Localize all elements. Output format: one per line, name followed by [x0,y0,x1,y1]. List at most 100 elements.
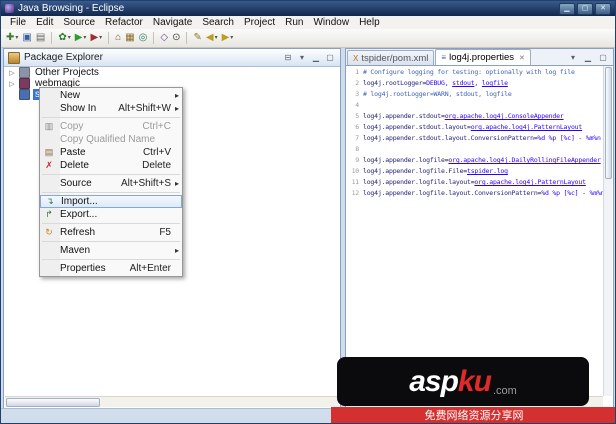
back-icon[interactable]: ◀ ▾ [205,31,219,45]
line-number: 9 [355,156,359,164]
context-menu-item-new[interactable]: New ▸ [40,89,182,102]
menu-file[interactable]: File [5,17,31,28]
last-edit-icon[interactable]: ✎ [192,31,202,45]
line-number: 10 [351,167,360,175]
menu-search[interactable]: Search [197,17,239,28]
new-wizard-icon[interactable]: ✚ ▾ [5,31,19,45]
expand-arrow-icon[interactable]: ▷ [8,69,16,77]
menu-window[interactable]: Window [308,17,354,28]
submenu-arrow-icon: ▸ [174,104,179,113]
menu-refactor[interactable]: Refactor [100,17,148,28]
expand-arrow-icon[interactable]: ▷ [8,80,16,88]
context-menu-item-properties[interactable]: Properties Alt+Enter [40,262,182,275]
toolbar-separator [186,32,188,44]
line-number: 1 [355,68,359,76]
maximize-icon[interactable]: ▢ [597,53,609,62]
package-explorer-hscrollbar[interactable] [5,396,339,407]
print-icon[interactable]: ▤ [35,31,46,45]
code-line: 9 log4j.appender.logfile=org.apache.log4j… [347,155,603,166]
toolbar-separator [51,32,53,44]
dropdown-arrow-icon[interactable]: ▾ [215,31,218,45]
properties-file-icon: ≡ [441,53,447,62]
forward-icon[interactable]: ▶ ▾ [221,31,235,45]
hscroll-thumb[interactable] [6,398,100,407]
code-line: 11 log4j.appender.logfile.layout=org.apac… [347,177,603,188]
context-menu-item-delete[interactable]: ✗ Delete Delete [40,159,182,172]
debug-icon[interactable]: ✿ ▾ [57,31,71,45]
minimize-button[interactable]: ▁ [559,2,575,15]
menu-separator [42,117,180,118]
menu-help[interactable]: Help [354,17,385,28]
menu-bar: File Edit Source Refactor Navigate Search Proj… [1,16,615,30]
context-menu-item-refresh[interactable]: ↻ Refresh F5 [40,226,182,239]
package-explorer-header: Package Explorer ⊟ ▾ ▁ ▢ [4,49,340,67]
eclipse-window: Java Browsing - Eclipse ▁ ▢ ✕ File Edit So… [0,0,616,424]
collapse-all-icon[interactable]: ⊟ [282,53,294,62]
maximize-icon[interactable]: ▢ [324,53,336,62]
maximize-button[interactable]: ▢ [577,2,593,15]
context-menu-item-copy: ▥ Copy Ctrl+C [40,120,182,133]
code-line: 10 log4j.appender.logfile.File=tspider.lo… [347,166,603,177]
context-menu-item-export[interactable]: ↱ Export... [40,208,182,221]
tab-list-icon[interactable]: ▾ [567,53,579,62]
dropdown-arrow-icon[interactable]: ▾ [83,31,86,45]
editor-tab-log4j-properties[interactable]: ≡ log4j.properties ✕ [435,49,531,65]
menu-separator [42,174,180,175]
open-type-icon[interactable]: ◇ [159,31,169,45]
code-line: 4 [347,100,603,111]
paste-icon: ▤ [44,147,54,157]
code-line: 6 log4j.appender.stdout.layout=org.apache… [347,122,603,133]
dropdown-arrow-icon[interactable]: ▾ [99,31,102,45]
minimize-icon[interactable]: ▁ [310,53,322,62]
code-editor[interactable]: 1 # Configure logging for testing: option… [347,66,603,396]
context-menu-item-maven[interactable]: Maven ▸ [40,244,182,257]
dropdown-arrow-icon[interactable]: ▾ [15,31,18,45]
copy-icon: ▥ [44,121,54,131]
tree-item-other-projects[interactable]: ▷ Other Projects [5,67,339,78]
minimize-icon[interactable]: ▁ [582,53,594,62]
menu-run[interactable]: Run [280,17,308,28]
context-menu-item-paste[interactable]: ▤ Paste Ctrl+V [40,146,182,159]
run-icon[interactable]: ▶ ▾ [74,31,88,45]
code-line: 5 log4j.appender.stdout=org.apache.log4j.… [347,111,603,122]
external-tools-icon[interactable]: ▶ ▾ [89,31,103,45]
menu-navigate[interactable]: Navigate [148,17,197,28]
editor-vscrollbar[interactable] [603,66,612,396]
editor-area: Xtspider/pom.xml ≡ log4j.properties ✕ ▾ ▁ ▢ 1… [345,48,614,409]
view-title: Package Explorer [24,52,103,63]
menu-edit[interactable]: Edit [31,17,58,28]
dropdown-arrow-icon[interactable]: ▾ [230,31,233,45]
watermark-text-asp: asp [409,364,459,398]
context-menu-item-import[interactable]: ↴ Import... [40,195,182,208]
search-icon[interactable]: ⊙ [171,31,181,45]
line-number: 8 [355,145,359,153]
editor-tab-tspider-pom-xml[interactable]: Xtspider/pom.xml [347,50,435,65]
code-line: 2 log4j.rootLogger=DEBUG, stdout, logfile [347,78,603,89]
code-line: 7 log4j.appender.stdout.layout.Conversion… [347,133,603,144]
window-controls: ▁ ▢ ✕ [559,2,611,15]
new-class-icon[interactable]: ◎ [138,31,149,45]
save-icon[interactable]: ▣ [21,31,32,45]
main-toolbar: ✚ ▾ ▣ ▤ ✿ ▾ ▶ ▾ ▶ ▾ ⌂ ▦ ◎ ◇ ⊙ ✎ ◀ ▾ ▶ ▾ [1,29,615,48]
view-header-icons: ⊟ ▾ ▁ ▢ [282,53,336,62]
context-menu-item-copy-qualified-name: Copy Qualified Name [60,134,156,145]
new-java-project-icon[interactable]: ⌂ [114,31,122,45]
menu-separator [42,223,180,224]
new-package-icon[interactable]: ▦ [124,31,135,45]
close-icon[interactable]: ✕ [519,54,525,62]
context-menu-item-source[interactable]: Source Alt+Shift+S ▸ [40,177,182,190]
watermark-logo: asp ku .com [337,357,589,406]
menu-project[interactable]: Project [239,17,280,28]
refresh-icon: ↻ [45,227,53,237]
menu-source[interactable]: Source [58,17,100,28]
view-menu-icon[interactable]: ▾ [296,53,308,62]
dropdown-arrow-icon[interactable]: ▾ [68,31,71,45]
close-button[interactable]: ✕ [595,2,611,15]
context-menu-item-show-in[interactable]: Show In Alt+Shift+W ▸ [40,102,182,115]
import-icon: ↴ [46,196,54,206]
vscroll-thumb[interactable] [605,67,612,179]
export-icon: ↱ [45,209,53,219]
line-number: 6 [355,123,359,131]
working-set-icon [19,67,30,78]
line-number: 12 [351,189,360,197]
